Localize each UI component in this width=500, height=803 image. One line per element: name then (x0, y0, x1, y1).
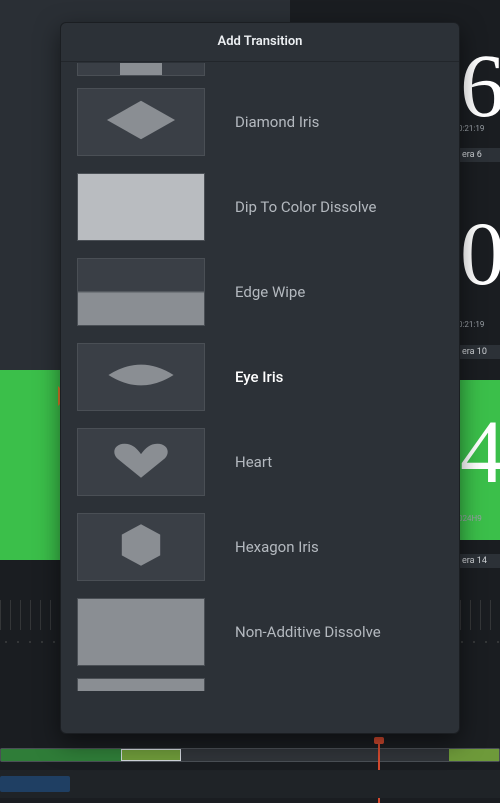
transition-label: Heart (235, 453, 272, 471)
bg-timecode: 0:21:19 (458, 320, 484, 329)
eye-icon (104, 351, 178, 403)
clip-chip: era 6 (458, 148, 500, 162)
transition-item-non-additive-dissolve[interactable]: Non-Additive Dissolve (77, 593, 443, 671)
transition-item-eye-iris[interactable]: Eye Iris (77, 338, 443, 416)
transition-item-diamond-iris[interactable]: Diamond Iris (77, 83, 443, 161)
timeline-track[interactable] (0, 770, 500, 798)
transition-label: Edge Wipe (235, 283, 305, 301)
bg-digit: 6 (460, 42, 500, 132)
scrub-viewport[interactable] (121, 749, 181, 761)
clip-segment[interactable] (0, 776, 70, 792)
transition-item-cutoff[interactable] (77, 678, 205, 691)
transition-label: Diamond Iris (235, 113, 319, 131)
timeline-scrubber[interactable] (0, 748, 500, 762)
transition-label: Dip To Color Dissolve (235, 198, 376, 216)
transition-thumb (77, 428, 205, 496)
transition-item-heart[interactable]: Heart (77, 423, 443, 501)
bg-timecode: 0:21:19 (458, 124, 484, 133)
bg-timecode: 024H9 (458, 514, 482, 523)
transition-item-dip-to-color[interactable]: Dip To Color Dissolve (77, 168, 443, 246)
transition-item-cutoff[interactable] (77, 62, 443, 76)
transition-thumb (77, 173, 205, 241)
transition-label: Eye Iris (235, 368, 283, 386)
bg-digit: 4 (460, 408, 500, 498)
transition-label: Hexagon Iris (235, 538, 319, 556)
transition-label: Non-Additive Dissolve (235, 623, 381, 641)
bg-digit: 0 (460, 210, 500, 300)
hexagon-icon (114, 521, 168, 573)
app-stage: 6 0:21:19 era 6 0 0:21:19 era 10 4 024H9… (0, 0, 500, 803)
thumb-cutoff (77, 63, 205, 76)
clip-chip: era 14 (458, 554, 500, 568)
transition-list[interactable]: Diamond Iris Dip To Color Dissolve Edge … (61, 62, 459, 733)
transition-item-edge-wipe[interactable]: Edge Wipe (77, 253, 443, 331)
modal-title: Add Transition (61, 23, 459, 62)
clip-green-left (0, 370, 60, 560)
scrub-segment[interactable] (449, 749, 499, 761)
transition-thumb (77, 343, 205, 411)
diamond-icon (104, 96, 178, 148)
add-transition-modal: Add Transition Diamond Iris (60, 22, 460, 734)
transition-thumb (77, 258, 205, 326)
scrub-segment[interactable] (1, 749, 121, 761)
heart-icon (104, 436, 178, 488)
clip-chip: era 10 (458, 345, 500, 359)
transition-thumb (77, 88, 205, 156)
transition-thumb (77, 513, 205, 581)
transition-thumb (77, 598, 205, 666)
transition-item-hexagon-iris[interactable]: Hexagon Iris (77, 508, 443, 586)
